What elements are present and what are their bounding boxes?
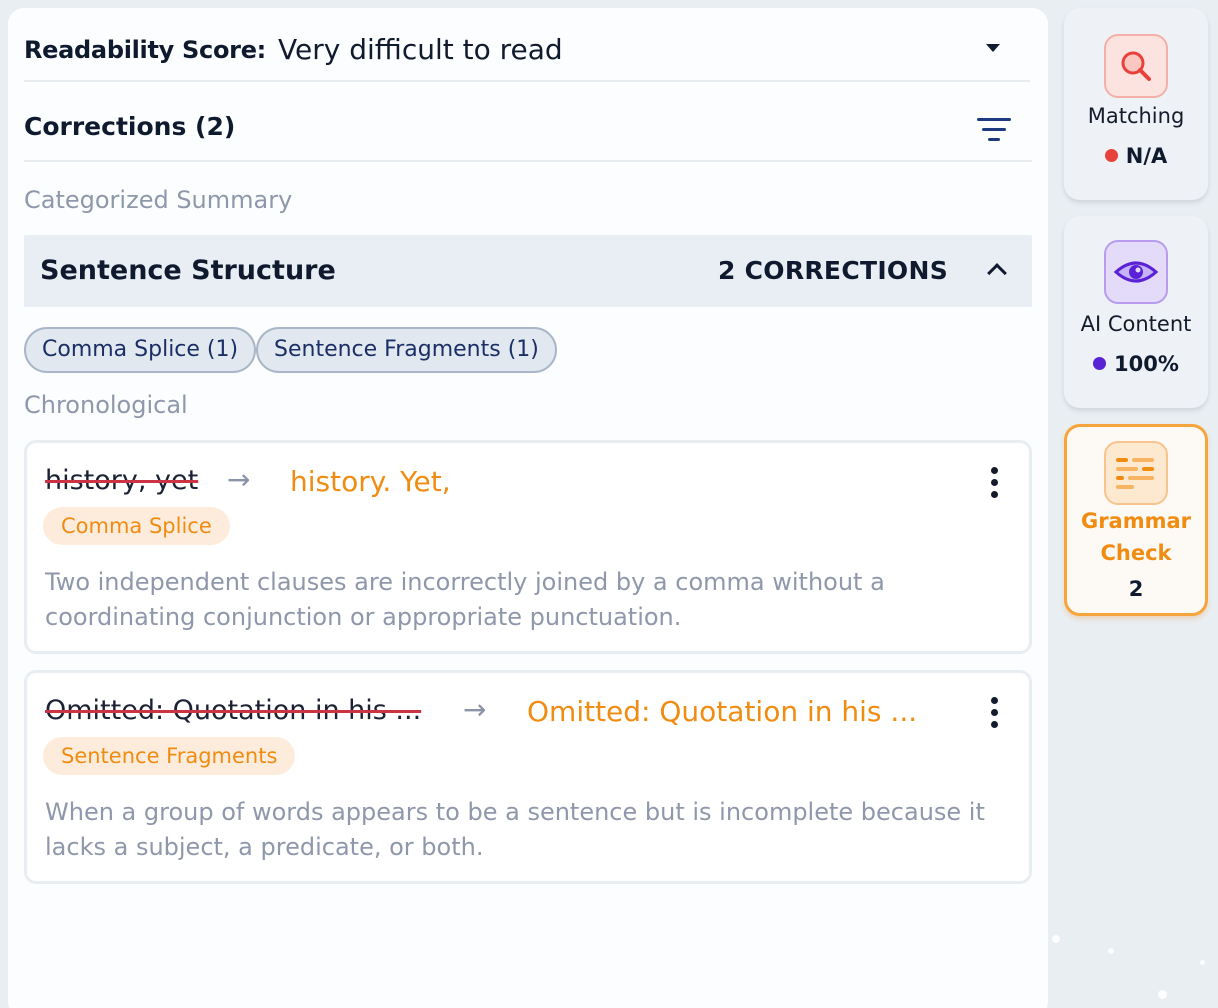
chip-comma-splice[interactable]: Comma Splice (1) (24, 327, 257, 373)
correction-description: When a group of words appears to be a se… (45, 798, 985, 861)
corrections-title: Corrections (2) (24, 112, 236, 141)
arrow-right-icon: → (463, 693, 487, 726)
category-sentence-structure[interactable]: Sentence Structure 2 CORRECTIONS (24, 235, 1032, 307)
tool-name: Matching (1087, 104, 1185, 128)
caret-down-icon[interactable] (986, 44, 1000, 52)
magnifier-icon (1104, 34, 1168, 98)
correction-description: Two independent clauses are incorrectly … (45, 568, 885, 631)
tool-value: N/A (1064, 144, 1208, 168)
correction-card[interactable]: history, yet → history. Yet, Comma Splic… (24, 440, 1032, 654)
chronological-label: Chronological (24, 391, 188, 419)
eye-icon (1104, 240, 1168, 304)
readability-value: Very difficult to read (278, 33, 563, 66)
grammar-panel: Readability Score: Very difficult to rea… (8, 8, 1048, 1008)
readability-score-row[interactable]: Readability Score: Very difficult to rea… (24, 30, 1030, 82)
background-dot (1158, 990, 1167, 999)
original-text: Omitted: Quotation in his ... (45, 695, 422, 726)
background-dot (1052, 935, 1060, 943)
background-dot (1108, 948, 1114, 954)
tool-ai-content[interactable]: AI Content 100% (1064, 216, 1208, 408)
suggested-text[interactable]: Omitted: Quotation in his ... (527, 695, 917, 728)
corrections-header: Corrections (2) (24, 104, 1032, 162)
tool-value: 100% (1064, 352, 1208, 376)
tool-name: AI Content (1080, 312, 1192, 336)
tool-value: 2 (1128, 577, 1144, 601)
background-dot (1200, 960, 1205, 965)
correction-type-tag: Comma Splice (43, 507, 230, 545)
filter-icon[interactable] (976, 116, 1012, 144)
chip-sentence-fragments[interactable]: Sentence Fragments (1) (256, 327, 557, 373)
suggested-text[interactable]: history. Yet, (290, 465, 451, 498)
grammar-lines-icon (1104, 441, 1168, 505)
more-options-icon[interactable] (991, 697, 999, 729)
category-count: 2 CORRECTIONS (717, 256, 948, 285)
categorized-summary-label: Categorized Summary (24, 186, 293, 214)
original-text: history, yet (45, 465, 199, 496)
more-options-icon[interactable] (991, 467, 999, 499)
correction-card[interactable]: Omitted: Quotation in his ... → Omitted:… (24, 670, 1032, 884)
readability-label: Readability Score: (24, 36, 266, 64)
tool-grammar-check[interactable]: Grammar Check 2 (1064, 424, 1208, 616)
tool-matching[interactable]: Matching N/A (1064, 8, 1208, 200)
chevron-up-icon[interactable] (987, 263, 1007, 283)
tool-name: Grammar Check (1080, 509, 1192, 565)
category-name: Sentence Structure (40, 255, 336, 286)
correction-type-tag: Sentence Fragments (43, 737, 296, 775)
arrow-right-icon: → (227, 463, 251, 496)
